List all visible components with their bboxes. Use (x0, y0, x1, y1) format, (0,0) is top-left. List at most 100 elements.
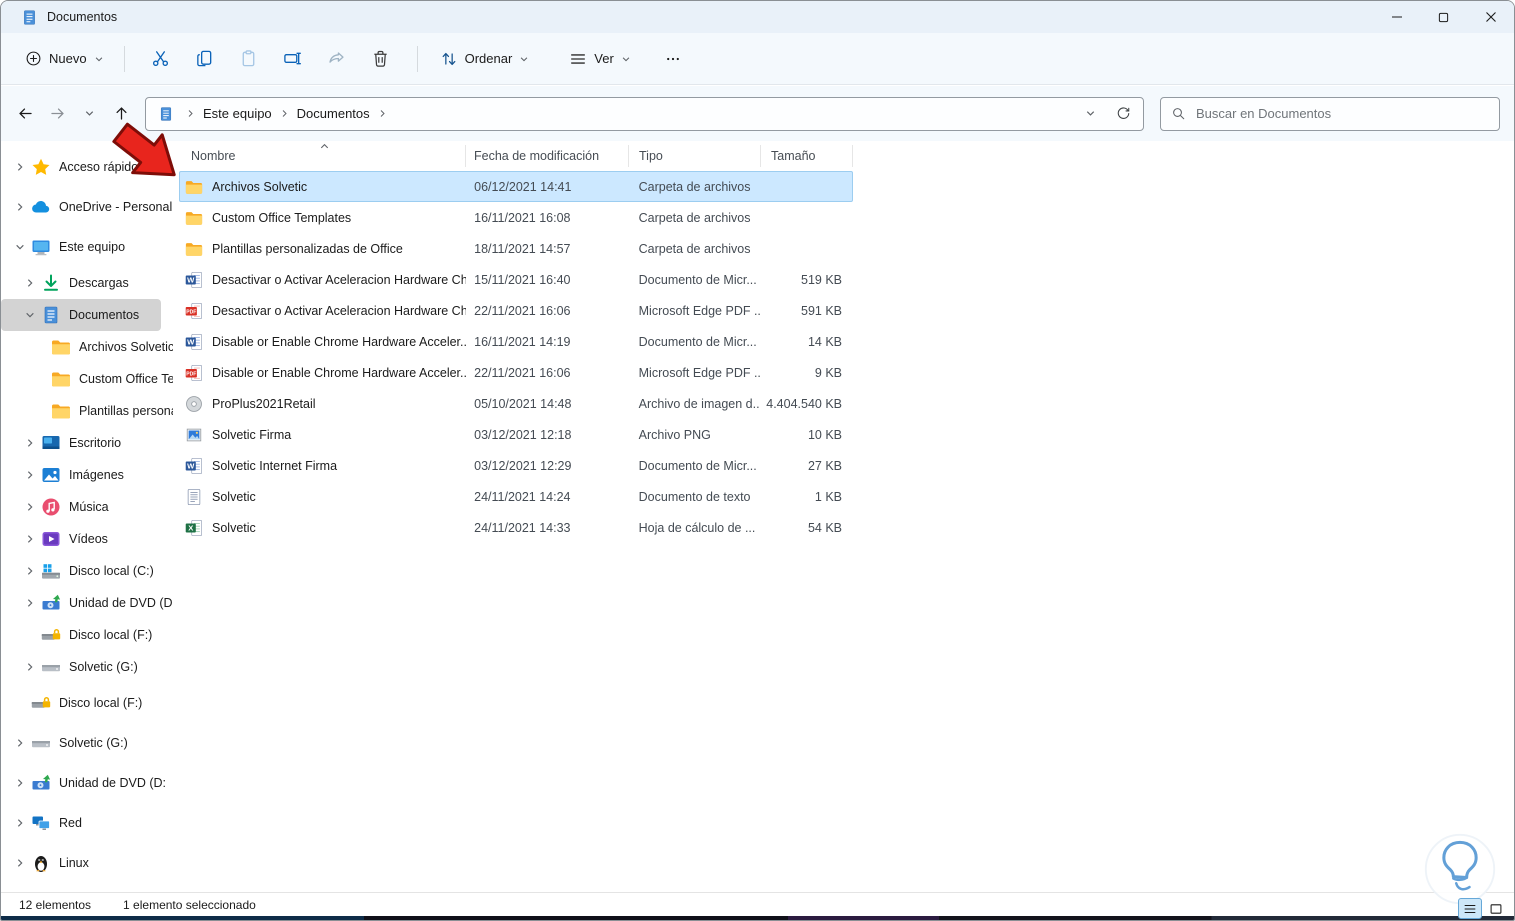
column-header-tamano[interactable]: Tamaño (761, 145, 853, 167)
close-button[interactable] (1467, 1, 1514, 33)
chevron-right-icon[interactable] (21, 562, 39, 580)
chevron-right-icon[interactable] (21, 434, 39, 452)
recent-locations-button[interactable] (73, 98, 105, 130)
file-date: 16/11/2021 14:19 (474, 334, 571, 349)
table-row[interactable]: ProPlus2021Retail 05/10/2021 14:48 Archi… (179, 388, 853, 419)
sort-button[interactable]: Ordenar (432, 41, 538, 77)
table-row[interactable]: W Disable or Enable Chrome Hardware Acce… (179, 326, 853, 357)
more-options-button[interactable] (653, 41, 693, 77)
sidebar-item[interactable]: Disco local (F:) (1, 683, 173, 723)
list-lines-icon (571, 53, 586, 64)
sidebar-item[interactable]: Archivos Solvetic (1, 331, 173, 363)
copy-button[interactable] (183, 41, 227, 77)
sidebar-item[interactable]: Acceso rápido (1, 147, 173, 187)
table-row[interactable]: Plantillas personalizadas de Office 18/1… (179, 233, 853, 264)
sidebar-item[interactable]: Solvetic (G:) (1, 651, 173, 683)
rename-button[interactable] (271, 41, 315, 77)
sidebar-item[interactable]: Escritorio (1, 427, 173, 459)
file-name: Plantillas personalizadas de Office (212, 241, 403, 256)
chevron-right-icon[interactable] (21, 594, 39, 612)
table-row[interactable]: W Desactivar o Activar Aceleracion Hardw… (179, 264, 853, 295)
file-date: 16/11/2021 16:08 (474, 210, 571, 225)
thumbnail-view-button[interactable] (1484, 898, 1508, 919)
sidebar-item[interactable]: Descargas (1, 267, 173, 299)
file-type: Documento de Micr... (638, 458, 757, 473)
sort-arrows-icon (442, 52, 455, 65)
copy-icon (197, 50, 212, 67)
paste-button[interactable] (227, 41, 271, 77)
document-icon (41, 305, 61, 325)
drive-windows-icon (41, 561, 61, 581)
table-row[interactable]: Solvetic Firma 03/12/2021 12:18 Archivo … (179, 419, 853, 450)
sidebar-item[interactable]: Unidad de DVD (D: (1, 763, 173, 803)
refresh-button[interactable] (1116, 106, 1131, 121)
sidebar-item[interactable]: Custom Office Templates (1, 363, 173, 395)
file-size: 10 KB (807, 427, 843, 442)
chevron-right-icon[interactable] (11, 198, 29, 216)
sidebar-item[interactable]: Disco local (C:) (1, 555, 173, 587)
sidebar-item-label: Linux (59, 856, 89, 870)
sidebar-item-label: Descargas (69, 276, 129, 290)
chevron-right-icon[interactable] (21, 466, 39, 484)
sidebar-item[interactable]: Música (1, 491, 173, 523)
breadcrumb-este-equipo[interactable]: Este equipo (199, 106, 276, 121)
sidebar-item[interactable]: Solvetic (G:) (1, 723, 173, 763)
table-row[interactable]: Solvetic 24/11/2021 14:24 Documento de t… (179, 481, 853, 512)
details-view-button[interactable] (1458, 898, 1482, 919)
maximize-button[interactable] (1420, 1, 1467, 33)
table-row[interactable]: Custom Office Templates 16/11/2021 16:08… (179, 202, 853, 233)
view-button[interactable]: Ver (561, 41, 639, 77)
sidebar-item[interactable]: Documentos (1, 299, 161, 331)
sidebar-item[interactable]: Imágenes (1, 459, 173, 491)
address-dropdown-button[interactable] (1085, 108, 1096, 119)
table-row[interactable]: W Solvetic Internet Firma 03/12/2021 12:… (179, 450, 853, 481)
chevron-right-icon[interactable] (21, 530, 39, 548)
list-view-icon (1464, 904, 1476, 913)
chevron-right-icon[interactable] (11, 854, 29, 872)
sidebar-item[interactable]: Linux (1, 843, 173, 883)
sidebar-item[interactable]: Unidad de DVD (D:) (1, 587, 173, 619)
chevron-right-icon[interactable] (11, 814, 29, 832)
chevron-right-icon[interactable] (21, 274, 39, 292)
breadcrumb[interactable]: Este equipo Documentos (145, 96, 1144, 131)
chevron-right-icon[interactable] (21, 658, 39, 676)
share-button[interactable] (315, 41, 359, 77)
sidebar-item[interactable]: Disco local (F:) (1, 619, 173, 651)
table-row[interactable]: PDF Desactivar o Activar Aceleracion Har… (179, 295, 853, 326)
column-header-tipo[interactable]: Tipo (629, 145, 761, 167)
chevron-right-icon[interactable] (11, 158, 29, 176)
sidebar-item[interactable]: Este equipo (1, 227, 173, 267)
table-row[interactable]: PDF Disable or Enable Chrome Hardware Ac… (179, 357, 853, 388)
file-size: 54 KB (807, 520, 843, 535)
chevron-right-icon[interactable] (11, 774, 29, 792)
minimize-button[interactable] (1373, 1, 1420, 33)
sidebar-item-label: Red (59, 816, 82, 830)
new-button[interactable]: Nuevo (19, 41, 110, 77)
sidebar-item[interactable]: Vídeos (1, 523, 173, 555)
breadcrumb-documentos[interactable]: Documentos (293, 106, 374, 121)
chevron-down-icon[interactable] (21, 306, 39, 324)
chevron-down-icon (520, 56, 528, 61)
chevron-right-icon[interactable] (21, 498, 39, 516)
sidebar-item-label: Unidad de DVD (D: (59, 776, 166, 790)
cut-button[interactable] (139, 41, 183, 77)
forward-button[interactable] (41, 98, 73, 130)
delete-button[interactable] (359, 41, 403, 77)
table-row[interactable]: X Solvetic 24/11/2021 14:33 Hoja de cálc… (179, 512, 853, 543)
sidebar-item[interactable]: Red (1, 803, 173, 843)
column-header-fecha[interactable]: Fecha de modificación (466, 145, 629, 167)
sidebar-item-label: Escritorio (69, 436, 122, 450)
up-button[interactable] (105, 98, 137, 130)
taskbar-edge (1, 916, 1514, 920)
search-input[interactable] (1196, 106, 1489, 121)
sidebar-item[interactable]: OneDrive - Personal (1, 187, 173, 227)
sidebar-item[interactable]: Plantillas personalizadas de Office (1, 395, 173, 427)
thumbnail-view-icon (1490, 903, 1502, 914)
chevron-right-icon[interactable] (11, 734, 29, 752)
sidebar-item-label: Disco local (F:) (59, 696, 143, 710)
folder-icon (185, 178, 203, 196)
back-button[interactable] (9, 98, 41, 130)
chevron-down-icon[interactable] (11, 238, 29, 256)
table-row[interactable]: Archivos Solvetic 06/12/2021 14:41 Carpe… (179, 171, 853, 202)
